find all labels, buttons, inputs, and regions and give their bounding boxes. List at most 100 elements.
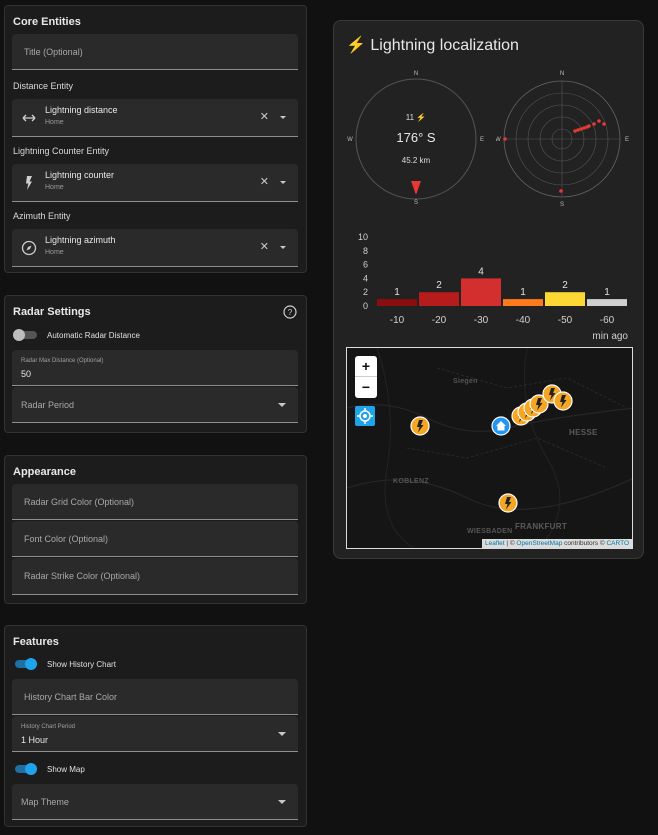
lightning-card: ⚡ Lightning localization N S W E 11 ⚡ 17…: [333, 20, 644, 559]
radar-grid-color-placeholder: Radar Grid Color (Optional): [24, 496, 135, 507]
y-tick-label: 6: [363, 260, 368, 270]
distance-entity-name: Lightning distance: [45, 105, 118, 115]
arrow-left-right-icon: [22, 114, 36, 122]
distance-entity-label: Distance Entity: [13, 81, 74, 91]
card-title-text: Lightning localization: [370, 37, 519, 54]
azimuth-entity-area: Home: [45, 249, 64, 256]
compass-e: E: [480, 137, 484, 143]
show-history-chart-label: Show History Chart: [47, 660, 116, 669]
help-circle-icon[interactable]: ?: [283, 305, 297, 319]
compass-n: N: [414, 71, 418, 77]
chevron-down-icon: [278, 402, 286, 407]
clear-icon[interactable]: ✕: [260, 176, 269, 188]
radar-max-distance-field[interactable]: Radar Max Distance (Optional) 50: [12, 350, 298, 386]
bar--40: [503, 299, 543, 306]
counter-entity-area: Home: [45, 184, 64, 191]
compass-s: S: [414, 200, 418, 206]
x-tick-label: -20: [432, 315, 447, 326]
chevron-down-icon[interactable]: [280, 246, 286, 249]
distance-entity-picker[interactable]: Lightning distance Home ✕: [12, 99, 298, 137]
map-markers[interactable]: [347, 348, 633, 549]
compass-icon: [21, 240, 37, 256]
font-color-placeholder: Font Color (Optional): [24, 533, 109, 544]
locate-button[interactable]: [355, 406, 375, 426]
azimuth-entity-label: Azimuth Entity: [13, 211, 71, 221]
bar--50: [545, 292, 585, 306]
bar-value-label: 2: [562, 280, 568, 291]
history-chart: 0 2 4 6 8 10 1 -10 2 -20 4 -30 1 -40 2 -50 1 -60 min ago: [358, 232, 628, 342]
show-map-label: Show Map: [47, 765, 85, 774]
section-title-radar: Radar Settings: [13, 306, 91, 318]
distance-entity-area: Home: [45, 119, 64, 126]
section-title-core: Core Entities: [13, 16, 81, 28]
card-title: ⚡ Lightning localization: [346, 35, 519, 55]
radar-max-distance-label: Radar Max Distance (Optional): [21, 358, 104, 364]
lightning-title-icon: ⚡: [346, 37, 366, 54]
y-tick-label: 8: [363, 246, 368, 256]
osm-link[interactable]: OpenStreetMap: [516, 540, 562, 547]
title-field-placeholder: Title (Optional): [24, 46, 83, 57]
y-tick-label: 10: [358, 232, 368, 242]
zoom-in-button[interactable]: +: [355, 356, 377, 377]
y-tick-label: 4: [363, 273, 368, 283]
history-chart-bar-color-field[interactable]: History Chart Bar Color: [12, 679, 298, 715]
chevron-down-icon[interactable]: [280, 181, 286, 184]
crosshair-icon: [357, 408, 373, 424]
chevron-down-icon: [278, 799, 286, 804]
strike-map[interactable]: Siegen HESSE KOBLENZ WIESBADEN FRANKFURT: [346, 347, 633, 549]
section-title-features: Features: [13, 636, 59, 648]
map-theme-select[interactable]: Map Theme: [12, 784, 298, 820]
clear-icon[interactable]: ✕: [260, 111, 269, 123]
counter-entity-name: Lightning counter: [45, 170, 115, 180]
history-chart-bar-color-placeholder: History Chart Bar Color: [24, 691, 118, 702]
x-tick-label: -10: [390, 315, 405, 326]
radar-n: N: [560, 71, 564, 77]
history-chart-period-select[interactable]: History Chart Period 1 Hour: [12, 716, 298, 752]
strike-direction: 176° S: [396, 130, 436, 145]
counter-entity-picker[interactable]: Lightning counter Home ✕: [12, 164, 298, 202]
auto-radar-distance-toggle[interactable]: [13, 329, 37, 341]
bar-value-label: 2: [436, 280, 442, 291]
radar-max-distance-value: 50: [21, 369, 32, 379]
y-tick-label: 2: [363, 287, 368, 297]
x-tick-label: -30: [474, 315, 489, 326]
radar-strike-color-placeholder: Radar Strike Color (Optional): [24, 571, 141, 581]
home-marker: [491, 416, 511, 436]
radar-s: S: [560, 202, 564, 208]
radar-strikes: [503, 119, 606, 193]
show-history-chart-toggle[interactable]: [13, 658, 37, 670]
compass-w: W: [347, 137, 353, 143]
radar-grid-color-field[interactable]: Radar Grid Color (Optional): [12, 484, 298, 520]
zoom-out-button[interactable]: −: [355, 377, 377, 398]
radar-settings-panel: Radar Settings ? Automatic Radar Distanc…: [4, 295, 307, 433]
show-map-toggle[interactable]: [13, 763, 37, 775]
azimuth-entity-picker[interactable]: Lightning azimuth Home ✕: [12, 229, 298, 267]
x-tick-label: -60: [600, 315, 615, 326]
radar-strike-color-field[interactable]: Radar Strike Color (Optional): [12, 558, 298, 595]
lightning-bolt-icon: [26, 176, 32, 190]
leaflet-link[interactable]: Leaflet: [485, 540, 505, 547]
map-theme-placeholder: Map Theme: [21, 796, 69, 807]
appearance-panel: Appearance Radar Grid Color (Optional) F…: [4, 455, 307, 604]
chevron-down-icon[interactable]: [280, 116, 286, 119]
svg-text:?: ?: [288, 308, 293, 317]
carto-link[interactable]: CARTO: [606, 540, 629, 547]
bar--10: [377, 299, 417, 306]
bar-value-label: 1: [604, 287, 610, 298]
bar--60: [587, 299, 627, 306]
bar-value-label: 1: [394, 287, 400, 298]
radar-e: E: [625, 137, 629, 143]
x-tick-label: -50: [558, 315, 573, 326]
y-tick-label: 0: [363, 301, 368, 311]
bar-value-label: 4: [478, 266, 484, 277]
radar-plot: N S W E: [496, 71, 629, 208]
radar-period-select[interactable]: Radar Period: [12, 387, 298, 423]
bar--30: [461, 278, 501, 306]
font-color-field[interactable]: Font Color (Optional): [12, 521, 298, 557]
x-axis-label: min ago: [592, 331, 628, 342]
radar-w: W: [496, 137, 501, 143]
x-tick-label: -40: [516, 315, 531, 326]
clear-icon[interactable]: ✕: [260, 241, 269, 253]
title-field[interactable]: Title (Optional): [12, 34, 298, 70]
strike-count: 11 ⚡: [406, 112, 427, 122]
